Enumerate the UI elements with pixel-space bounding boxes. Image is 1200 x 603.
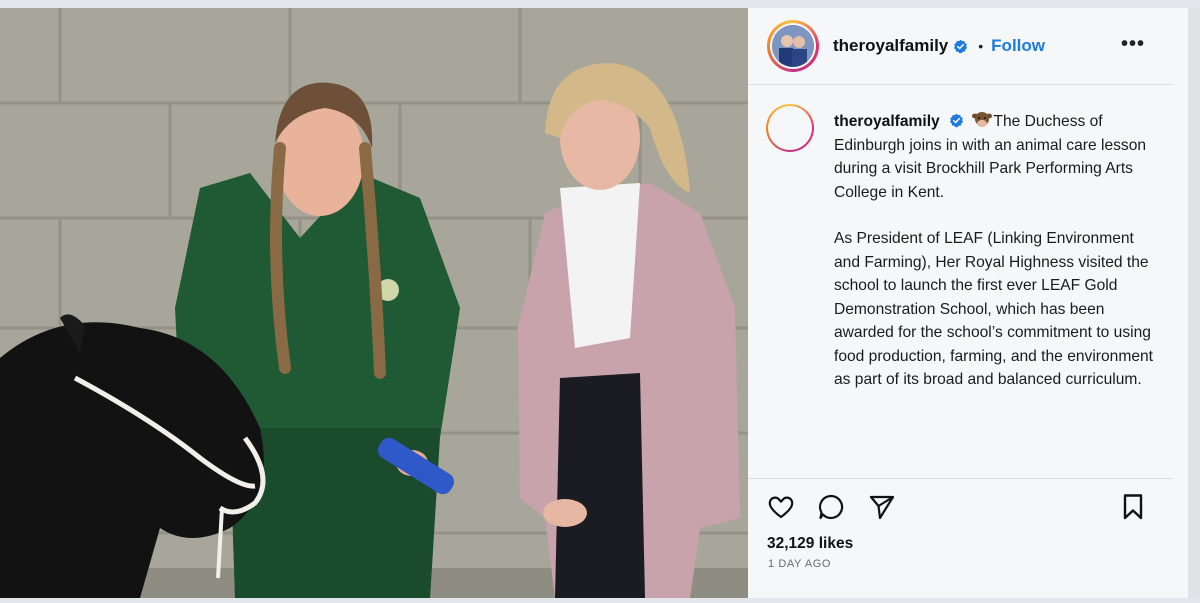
post-actions-bar (766, 492, 1146, 524)
header-username[interactable]: theroyalfamily (833, 36, 948, 56)
heart-icon[interactable] (766, 492, 796, 522)
profile-avatar[interactable] (767, 20, 819, 72)
avatar-picture-icon (772, 25, 814, 67)
caption-username[interactable]: theroyalfamily (834, 113, 940, 130)
verified-badge-icon (950, 113, 964, 128)
cow-face-emoji-icon (972, 112, 993, 128)
paper-plane-icon[interactable] (867, 492, 897, 522)
instagram-post: theroyalfamily • Follow ••• theroyalfami… (0, 8, 1188, 598)
follow-button[interactable]: Follow (991, 36, 1045, 56)
post-side-panel: theroyalfamily • Follow ••• theroyalfami… (748, 8, 1188, 598)
post-header: theroyalfamily • Follow ••• (748, 8, 1173, 85)
header-separator: • (978, 38, 984, 54)
caption-paragraph-2: As President of LEAF (Linking Environmen… (834, 230, 1154, 388)
more-options-button[interactable]: ••• (1121, 33, 1145, 56)
comment-icon[interactable] (816, 492, 846, 522)
caption-text: theroyalfamily The Duchess of Edinburgh … (834, 110, 1164, 392)
avatar-image (772, 25, 814, 67)
screen-edge (1188, 8, 1200, 598)
bookmark-icon[interactable] (1118, 492, 1148, 522)
avatar-ring-inner (770, 23, 816, 69)
caption-paragraph-1: theroyalfamily The Duchess of Edinburgh … (834, 110, 1164, 204)
caption-avatar[interactable] (766, 104, 814, 152)
verified-badge-icon (954, 39, 968, 53)
post-timestamp[interactable]: 1 DAY AGO (768, 558, 831, 570)
post-photo[interactable] (0, 8, 748, 598)
actions-divider (748, 478, 1173, 479)
like-count[interactable]: 32,129 likes (767, 535, 853, 553)
post-photo-illustration (0, 8, 748, 598)
caption-avatar-inner (768, 106, 812, 150)
